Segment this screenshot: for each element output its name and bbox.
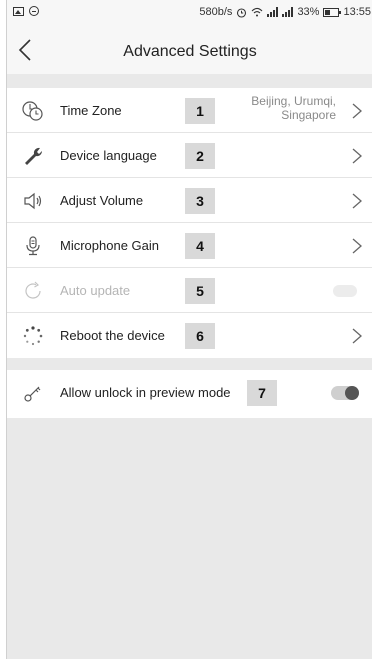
status-right-icons: 580b/s 33% 13:55 bbox=[199, 6, 371, 18]
setting-time-zone[interactable]: Time Zone 1 Beijing, Urumqi, Singapore bbox=[7, 88, 372, 133]
status-left-icons bbox=[13, 6, 39, 16]
setting-adjust-volume[interactable]: Adjust Volume 3 bbox=[7, 178, 372, 223]
page-title: Advanced Settings bbox=[123, 43, 257, 60]
setting-label: Auto update bbox=[60, 283, 131, 298]
chevron-right-icon bbox=[351, 101, 363, 121]
gallery-icon bbox=[13, 6, 24, 16]
alarm-icon bbox=[237, 7, 247, 18]
do-not-disturb-icon bbox=[29, 6, 39, 16]
annotation-badge: 2 bbox=[185, 143, 215, 169]
phone-screen: 580b/s 33% 13:55 Advanced Settings Time … bbox=[6, 0, 372, 659]
toggle-knob bbox=[345, 386, 359, 400]
refresh-icon bbox=[21, 279, 45, 303]
auto-update-toggle bbox=[333, 285, 357, 297]
setting-label: Microphone Gain bbox=[60, 238, 159, 253]
setting-microphone-gain[interactable]: Microphone Gain 4 bbox=[7, 223, 372, 268]
setting-label: Device language bbox=[60, 148, 157, 163]
network-speed: 580b/s bbox=[199, 6, 233, 18]
signal-icon-sim2 bbox=[282, 7, 294, 17]
time-zone-value: Beijing, Urumqi, Singapore bbox=[251, 94, 336, 122]
setting-label: Adjust Volume bbox=[60, 193, 144, 208]
annotation-badge: 7 bbox=[247, 380, 277, 406]
clock-icon bbox=[21, 99, 45, 123]
microphone-icon bbox=[21, 234, 45, 258]
chevron-right-icon bbox=[351, 146, 363, 166]
status-time: 13:55 bbox=[343, 6, 371, 18]
loading-spinner-icon bbox=[21, 324, 45, 348]
wifi-icon bbox=[252, 7, 263, 17]
allow-unlock-toggle[interactable] bbox=[331, 386, 359, 400]
battery-icon bbox=[323, 7, 342, 17]
navigation-bar: Advanced Settings bbox=[7, 26, 372, 74]
section-divider bbox=[7, 74, 372, 88]
annotation-badge: 1 bbox=[185, 98, 215, 124]
setting-label: Reboot the device bbox=[60, 328, 165, 343]
speaker-icon bbox=[21, 189, 45, 213]
unlock-settings: Allow unlock in preview mode 7 bbox=[7, 370, 372, 418]
setting-reboot-device[interactable]: Reboot the device 6 bbox=[7, 313, 372, 358]
signal-icon-sim1 bbox=[267, 7, 279, 17]
setting-auto-update: Auto update 5 bbox=[7, 268, 372, 313]
annotation-badge: 5 bbox=[185, 278, 215, 304]
setting-label: Time Zone bbox=[60, 103, 122, 118]
settings-list: Time Zone 1 Beijing, Urumqi, Singapore D… bbox=[7, 88, 372, 358]
key-icon bbox=[21, 381, 45, 405]
status-bar: 580b/s 33% 13:55 bbox=[7, 0, 372, 26]
annotation-badge: 6 bbox=[185, 323, 215, 349]
setting-label: Allow unlock in preview mode bbox=[60, 385, 231, 400]
annotation-badge: 3 bbox=[185, 188, 215, 214]
annotation-badge: 4 bbox=[185, 233, 215, 259]
chevron-right-icon bbox=[351, 236, 363, 256]
chevron-right-icon bbox=[351, 326, 363, 346]
setting-device-language[interactable]: Device language 2 bbox=[7, 133, 372, 178]
battery-percent: 33% bbox=[297, 6, 320, 18]
wrench-icon bbox=[21, 144, 45, 168]
chevron-right-icon bbox=[351, 191, 363, 211]
setting-allow-unlock-preview[interactable]: Allow unlock in preview mode 7 bbox=[7, 370, 372, 418]
